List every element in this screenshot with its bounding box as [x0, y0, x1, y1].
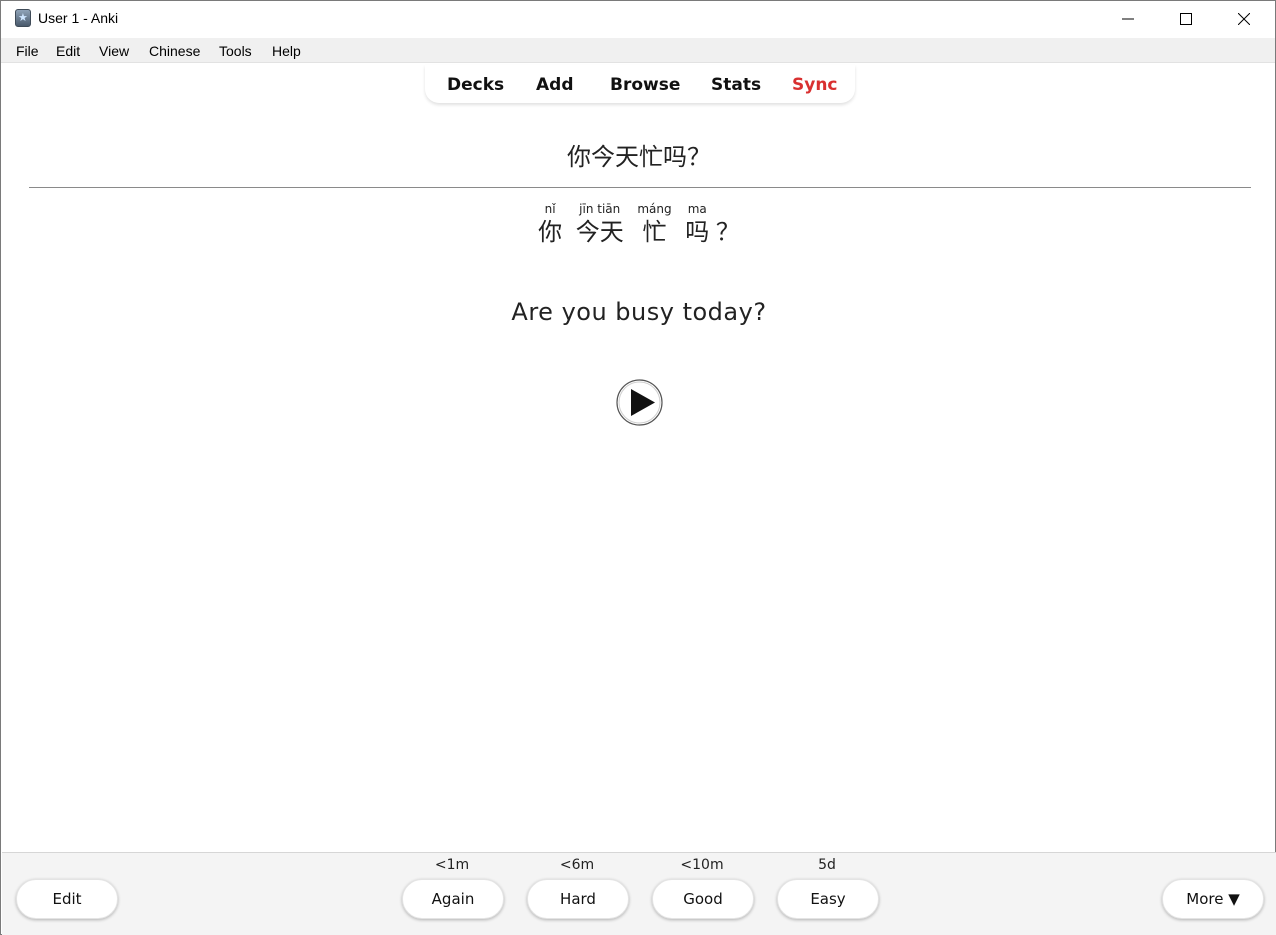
- menu-edit[interactable]: Edit: [56, 43, 80, 59]
- menu-tools[interactable]: Tools: [219, 43, 252, 59]
- card-front-text: 你今天忙吗？: [567, 143, 711, 171]
- ruby-group: ma 吗: [685, 201, 709, 247]
- toolbar-browse[interactable]: Browse: [610, 75, 680, 95]
- menu-bar: File Edit View Chinese Tools Help: [1, 38, 1275, 63]
- main-toolbar: Decks Add Browse Stats Sync: [425, 65, 855, 103]
- anki-app-icon: [15, 9, 31, 27]
- play-icon: [616, 379, 663, 426]
- hard-button[interactable]: Hard: [527, 879, 629, 919]
- ruby-pinyin: nǐ: [544, 202, 556, 216]
- ruby-pinyin: máng: [637, 202, 672, 216]
- ease-time-again: <1m: [434, 857, 470, 873]
- toolbar-sync[interactable]: Sync: [792, 75, 838, 95]
- title-bar[interactable]: User 1 - Anki: [1, 1, 1275, 37]
- ruby-pinyin: [716, 201, 740, 217]
- ruby-pinyin: ma: [687, 202, 707, 216]
- review-bottom-bar: Edit <1m Again <6m Hard <10m Good 5d Eas…: [2, 852, 1276, 935]
- ruby-group: jīn tiān 今天: [576, 201, 624, 247]
- audio-play-button[interactable]: [616, 379, 663, 426]
- more-button[interactable]: More ▼: [1162, 879, 1264, 919]
- edit-button[interactable]: Edit: [16, 879, 118, 919]
- minimize-button[interactable]: [1099, 1, 1157, 37]
- maximize-icon: [1180, 13, 1192, 25]
- ease-time-hard: <6m: [559, 857, 595, 873]
- menu-file[interactable]: File: [16, 43, 39, 59]
- ruby-hanzi: 吗: [685, 218, 710, 246]
- ruby-group: ？: [716, 201, 740, 247]
- maximize-button[interactable]: [1157, 1, 1215, 37]
- ruby-hanzi: 今天: [575, 218, 624, 246]
- answer-divider: [29, 187, 1251, 188]
- ruby-hanzi: 你: [538, 218, 563, 246]
- close-button[interactable]: [1215, 1, 1273, 37]
- ruby-hanzi: 忙: [642, 218, 667, 246]
- toolbar-decks[interactable]: Decks: [447, 75, 504, 95]
- menu-chinese[interactable]: Chinese: [149, 43, 200, 59]
- minimize-icon: [1122, 18, 1134, 20]
- pinyin-ruby-line: nǐ 你 jīn tiān 今天 máng 忙 ma 吗 ？: [1, 201, 1276, 247]
- ruby-hanzi: ？: [715, 218, 740, 246]
- window-title: User 1 - Anki: [38, 10, 119, 26]
- menu-view[interactable]: View: [99, 43, 129, 59]
- menu-help[interactable]: Help: [272, 43, 301, 59]
- close-icon: [1238, 13, 1250, 25]
- ease-time-easy: 5d: [818, 857, 836, 873]
- good-button[interactable]: Good: [652, 879, 754, 919]
- ruby-group: máng 忙: [637, 201, 671, 247]
- card-english-translation: Are you busy today?: [511, 298, 767, 326]
- toolbar-add[interactable]: Add: [536, 75, 574, 95]
- again-button[interactable]: Again: [402, 879, 504, 919]
- ruby-pinyin: jīn tiān: [579, 202, 621, 216]
- ease-time-good: <10m: [680, 857, 724, 873]
- easy-button[interactable]: Easy: [777, 879, 879, 919]
- ruby-group: nǐ 你: [538, 201, 562, 247]
- toolbar-stats[interactable]: Stats: [711, 75, 761, 95]
- anki-window: User 1 - Anki File Edit View Chinese Too…: [0, 0, 1276, 935]
